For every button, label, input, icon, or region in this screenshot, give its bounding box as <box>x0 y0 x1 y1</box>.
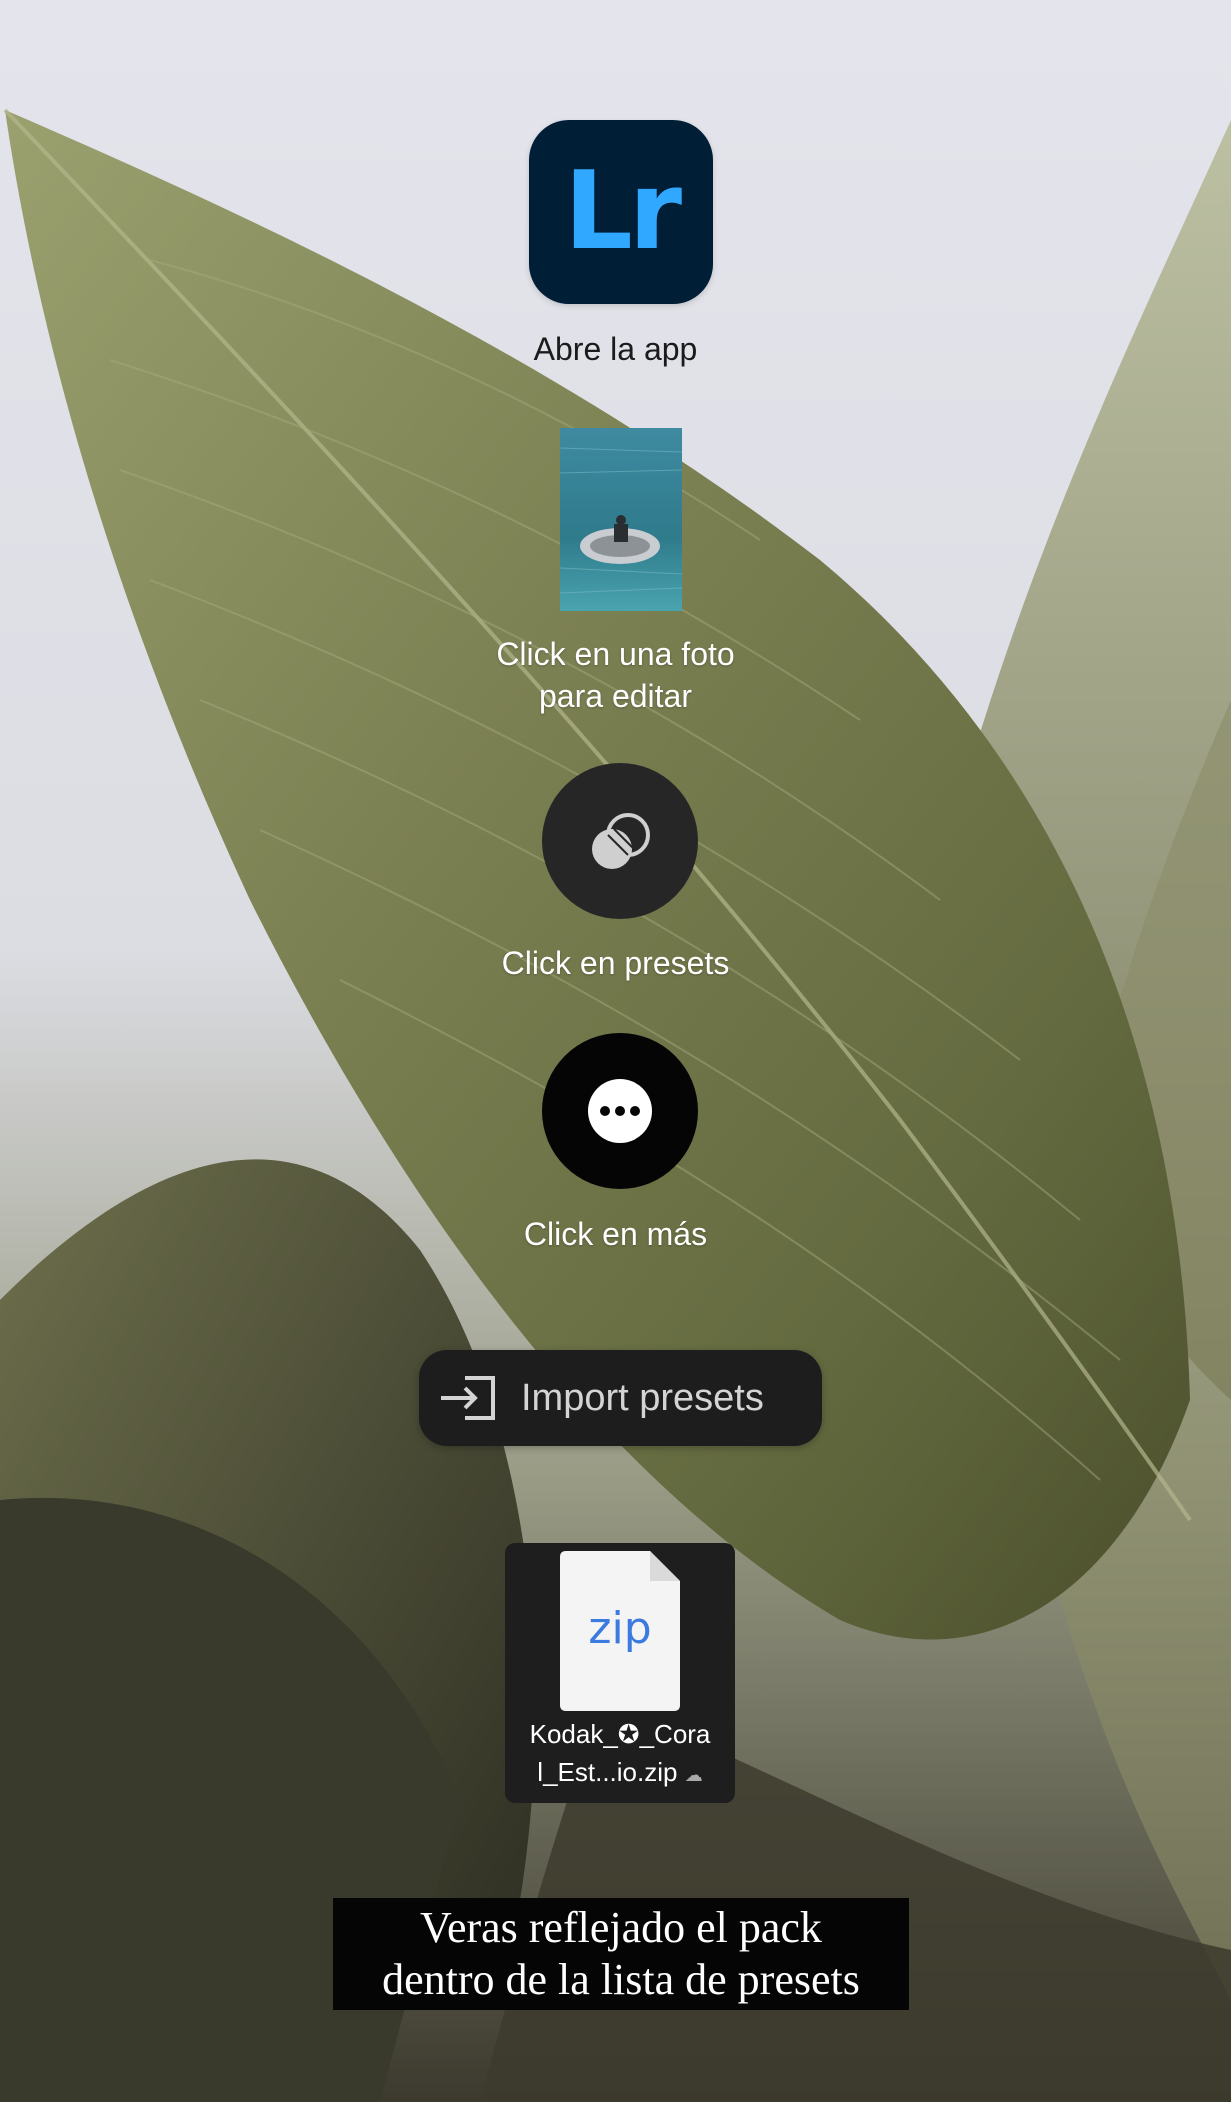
cloud-icon: ☁ <box>684 1765 703 1785</box>
zip-file-name-line1: Kodak_✪_Cora <box>529 1719 711 1749</box>
presets-button[interactable] <box>542 763 698 919</box>
presets-label: Click en presets <box>501 945 730 981</box>
boat-photo-thumbnail[interactable] <box>560 428 682 611</box>
import-icon <box>441 1376 495 1420</box>
zip-text: zip <box>588 1603 651 1654</box>
open-app-label: Abre la app <box>533 331 698 367</box>
zip-file-name-line2-text: l_Est...io.zip <box>537 1757 678 1787</box>
more-label: Click en más <box>523 1216 708 1252</box>
select-photo-label-line1: Click en una foto <box>496 636 735 672</box>
presets-icon <box>592 813 650 869</box>
select-photo-label-line2: para editar <box>539 678 692 714</box>
more-options-button[interactable] <box>542 1033 698 1189</box>
caption-text: Veras reflejado el pack dentro de la lis… <box>333 1902 909 2006</box>
select-photo-label: Click en una foto para editar <box>0 633 1231 717</box>
caption-line1: Veras reflejado el pack <box>420 1903 822 1952</box>
zip-file-name: Kodak_✪_Cora l_Est...io.zip ☁ <box>505 1715 735 1794</box>
caption-box: Veras reflejado el pack dentro de la lis… <box>333 1898 909 2010</box>
zip-file-icon: zip <box>560 1551 680 1711</box>
more-options-icon <box>588 1079 652 1143</box>
caption-line2: dentro de la lista de presets <box>382 1955 860 2004</box>
boat-photo-image <box>560 428 682 611</box>
lightroom-app-icon[interactable]: Lr <box>529 120 713 304</box>
zip-file-name-line2: l_Est...io.zip ☁ <box>505 1753 735 1794</box>
zip-file-item[interactable]: zip Kodak_✪_Cora l_Est...io.zip ☁ <box>505 1543 735 1803</box>
import-presets-button[interactable]: Import presets <box>419 1350 822 1446</box>
lightroom-logo-text: Lr <box>563 149 682 274</box>
import-presets-label: Import presets <box>521 1377 764 1419</box>
